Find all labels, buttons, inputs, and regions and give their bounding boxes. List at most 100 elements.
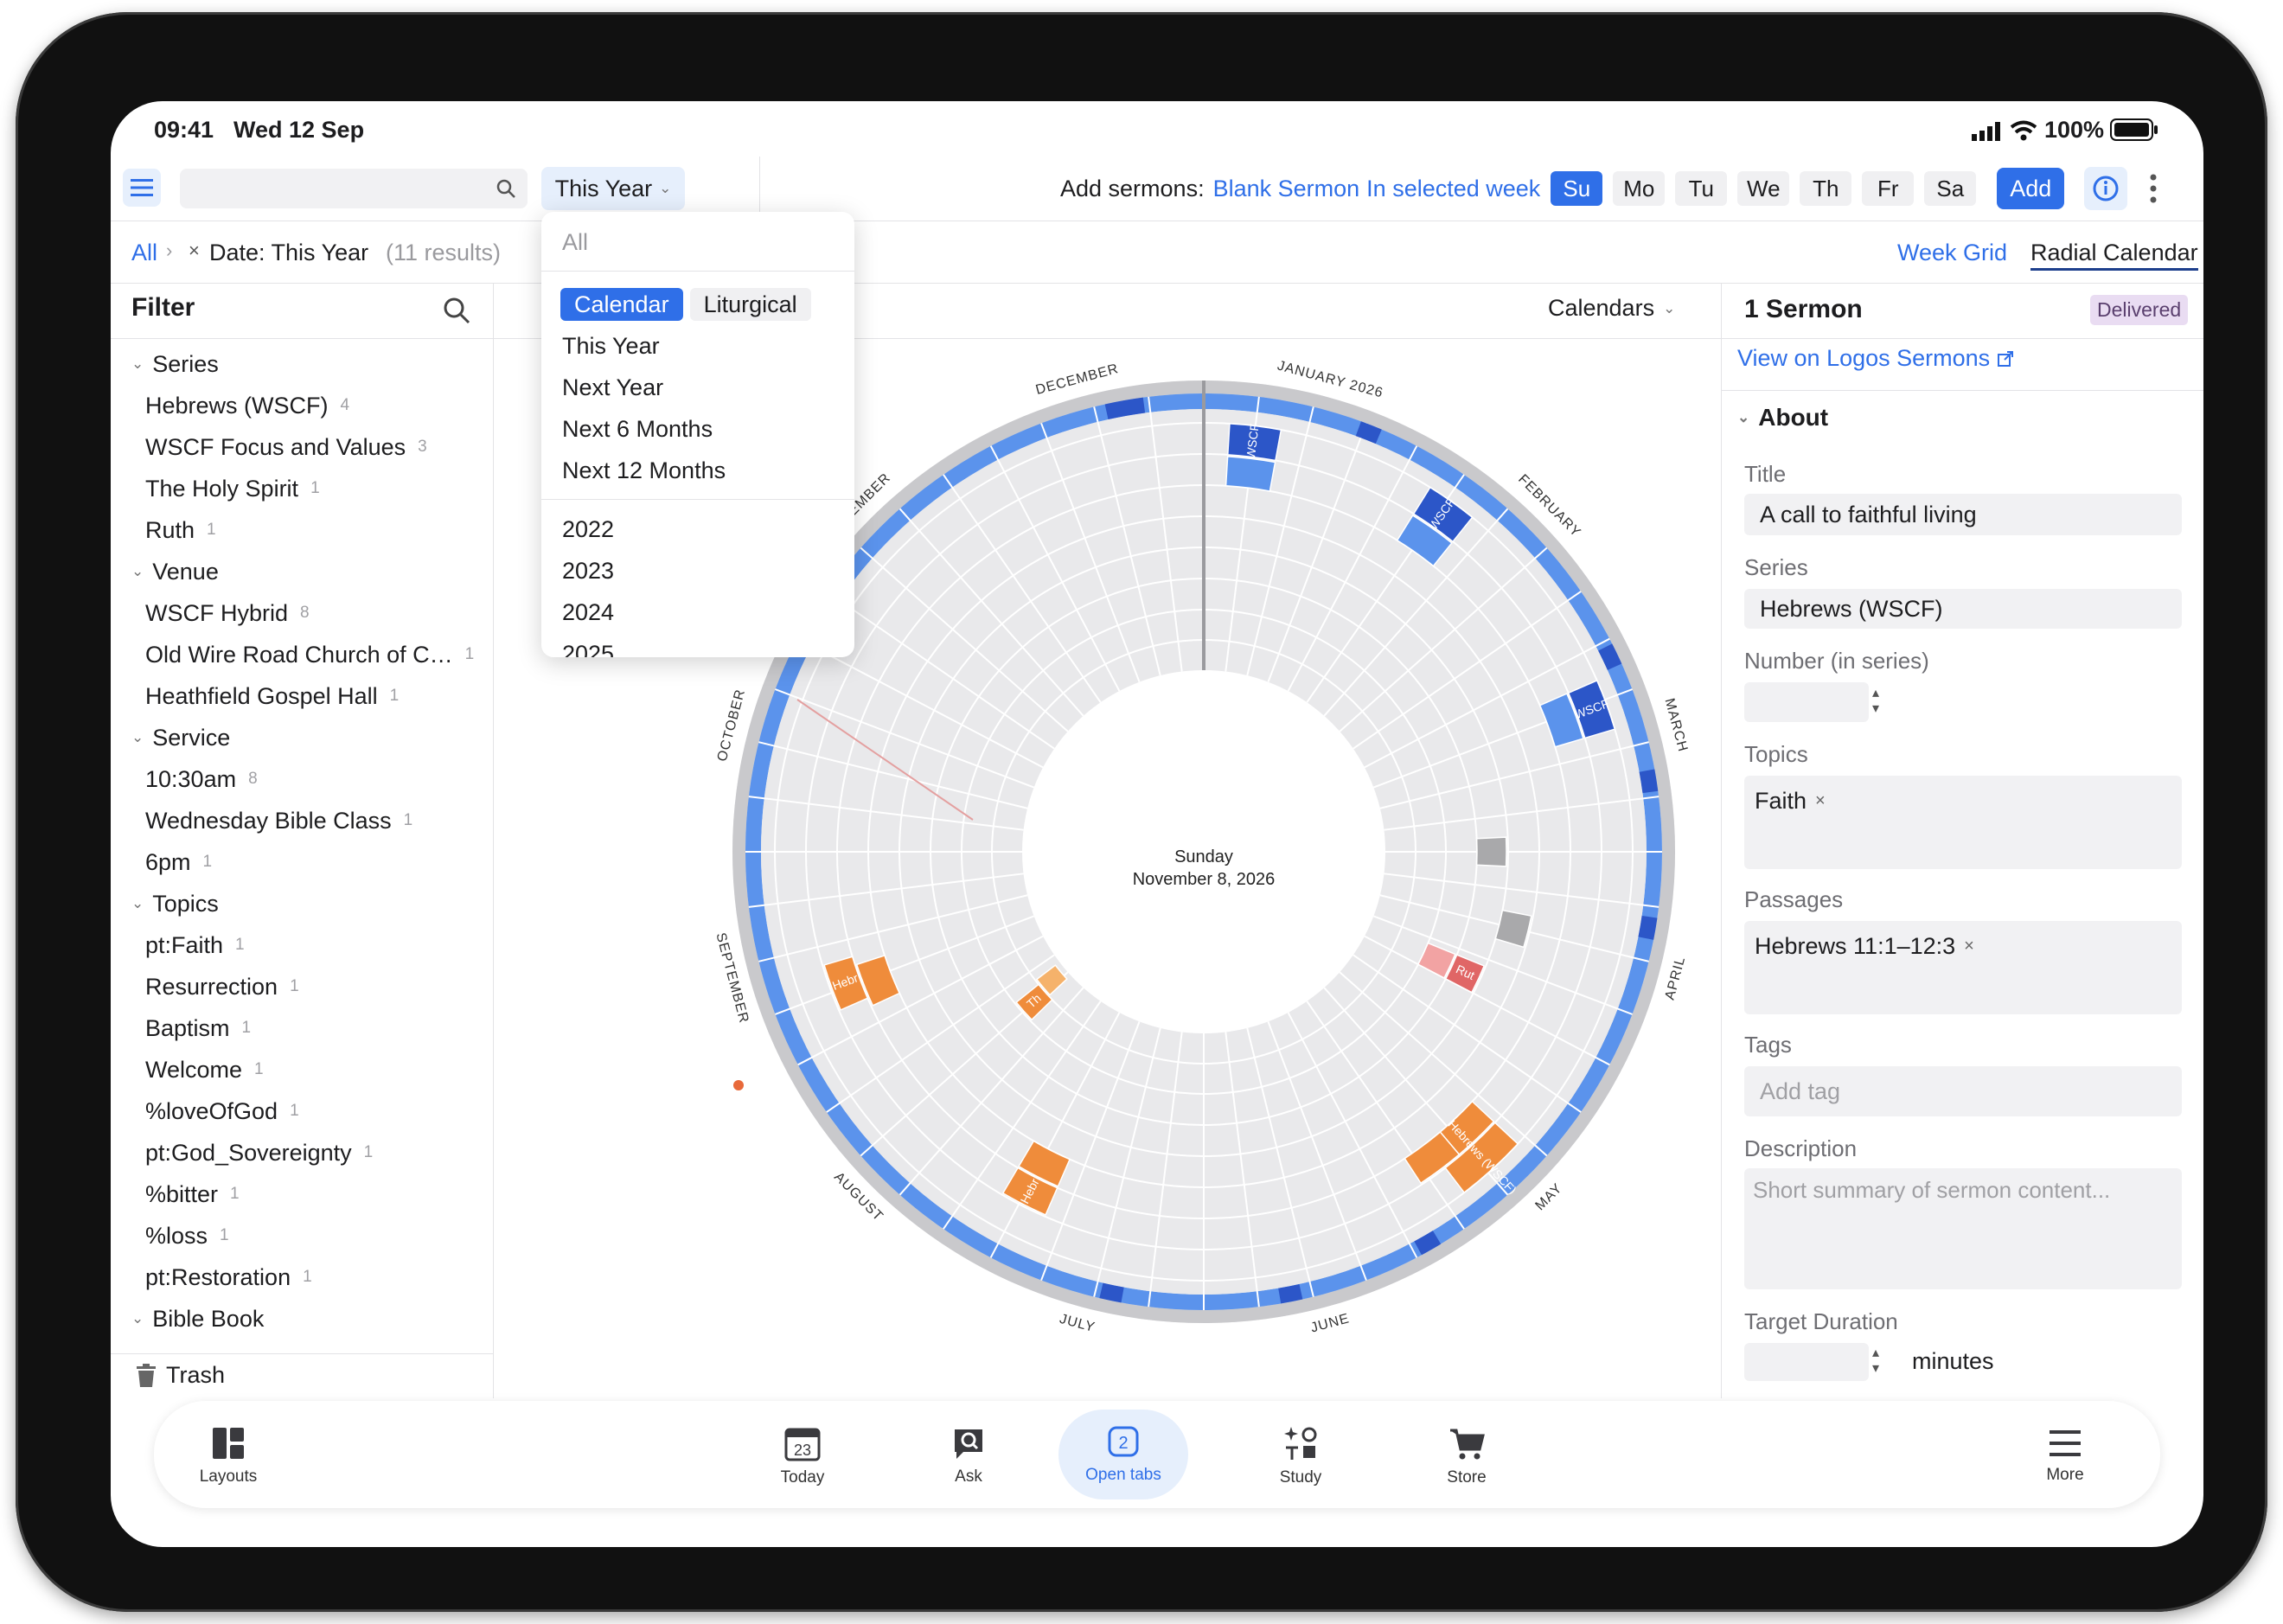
filter-group-service[interactable]: ⌄ Service <box>111 717 493 758</box>
segment-liturgical[interactable]: Liturgical <box>689 288 811 321</box>
add-button[interactable]: Add <box>1997 168 2065 209</box>
filter-item-count: 1 <box>220 1226 229 1244</box>
dock-study[interactable]: Study <box>1249 1415 1353 1498</box>
battery-icon <box>2110 118 2158 141</box>
stepper-arrows-icon[interactable]: ▴ ▾ <box>1872 686 1879 717</box>
app-screen: 09:41 Wed 12 Sep 100% This Year ⌄ Add se… <box>111 101 2203 1547</box>
filter-group-label: Bible Book <box>152 1305 265 1332</box>
series-field[interactable]: Hebrews (WSCF) <box>1744 589 2182 629</box>
topics-field[interactable]: Faith × <box>1744 776 2182 869</box>
dock-more[interactable]: More <box>2013 1415 2117 1498</box>
filter-item[interactable]: Hebrews (WSCF) 4 <box>111 385 493 426</box>
filter-item[interactable]: pt:Restoration 1 <box>111 1256 493 1298</box>
day-we[interactable]: We <box>1737 171 1790 206</box>
dock-open-tabs[interactable]: 2 Open tabs <box>1058 1410 1188 1499</box>
filter-item-count: 8 <box>300 604 310 622</box>
dock-ask[interactable]: Ask <box>917 1415 1020 1498</box>
filter-item[interactable]: 10:30am 8 <box>111 758 493 800</box>
day-tu[interactable]: Tu <box>1675 171 1728 206</box>
trash-button[interactable]: Trash <box>135 1362 225 1389</box>
filter-item[interactable]: Wednesday Bible Class 1 <box>111 800 493 841</box>
remove-passage-icon[interactable]: × <box>1964 937 1974 956</box>
filter-item[interactable]: Baptism 1 <box>111 1007 493 1049</box>
view-radial-calendar-tab[interactable]: Radial Calendar <box>2030 240 2198 271</box>
view-week-grid-tab[interactable]: Week Grid <box>1897 240 2007 266</box>
menu-item-this-year[interactable]: This Year <box>562 333 660 360</box>
filter-item[interactable]: Ruth 1 <box>111 509 493 551</box>
filter-item[interactable]: Old Wire Road Church of C… 1 <box>111 634 493 675</box>
menu-icon <box>2050 1430 2081 1456</box>
filter-item[interactable]: %bitter 1 <box>111 1173 493 1215</box>
menu-item-year[interactable]: 2025 <box>562 641 614 657</box>
segment-calendar[interactable]: Calendar <box>560 288 683 321</box>
filter-item[interactable]: pt:Faith 1 <box>111 924 493 966</box>
filter-panel: Filter ⌄ Series Hebrews (WSCF) 4 WSCF Focu… <box>111 283 494 1398</box>
about-section-toggle[interactable]: ⌄ About <box>1737 404 1828 432</box>
remove-filter-icon[interactable]: × <box>189 240 200 262</box>
dock-today[interactable]: 23 Today <box>751 1415 854 1498</box>
menu-item-year[interactable]: 2022 <box>562 516 614 543</box>
add-sermons-label: Add sermons: <box>1060 175 1205 201</box>
filter-list: ⌄ Series Hebrews (WSCF) 4 WSCF Focus and V… <box>111 343 493 1339</box>
day-su[interactable]: Su <box>1551 171 1603 206</box>
filter-group-topics[interactable]: ⌄ Topics <box>111 883 493 924</box>
more-vertical-icon[interactable] <box>2148 172 2158 205</box>
filter-item[interactable]: %loveOfGod 1 <box>111 1090 493 1132</box>
search-input[interactable] <box>180 169 528 208</box>
filter-item[interactable]: WSCF Hybrid 8 <box>111 592 493 634</box>
filter-item[interactable]: Heathfield Gospel Hall 1 <box>111 675 493 717</box>
title-field[interactable]: A call to faithful living <box>1744 494 2182 535</box>
passages-label: Passages <box>1744 886 1844 912</box>
filter-item[interactable]: Welcome 1 <box>111 1049 493 1090</box>
day-fr[interactable]: Fr <box>1862 171 1915 206</box>
title-label: Title <box>1744 461 1787 487</box>
filter-group-label: Topics <box>152 890 219 917</box>
breadcrumb-all[interactable]: All <box>131 240 157 266</box>
view-on-logos-link[interactable]: View on Logos Sermons <box>1737 345 2014 372</box>
day-th[interactable]: Th <box>1800 171 1852 206</box>
dock-store[interactable]: Store <box>1415 1415 1519 1498</box>
filter-item[interactable]: WSCF Focus and Values 3 <box>111 426 493 468</box>
filter-item-label: 10:30am <box>145 765 237 792</box>
day-sa[interactable]: Sa <box>1924 171 1977 206</box>
sidebar-toggle-button[interactable] <box>123 169 161 207</box>
filter-group-series[interactable]: ⌄ Series <box>111 343 493 385</box>
menu-item-all[interactable]: All <box>562 229 588 256</box>
menu-item-year[interactable]: 2024 <box>562 599 614 626</box>
stepper-arrows-icon[interactable]: ▴ ▾ <box>1872 1346 1879 1377</box>
menu-item-next-6-months[interactable]: Next 6 Months <box>562 416 713 443</box>
filter-search-icon[interactable] <box>443 297 470 324</box>
duration-stepper[interactable]: ▴ ▾ <box>1744 1343 1879 1381</box>
filter-item[interactable]: 6pm 1 <box>111 841 493 883</box>
menu-item-year[interactable]: 2023 <box>562 558 614 585</box>
calendar-type-segment: Calendar Liturgical <box>560 288 811 321</box>
sermon-event[interactable] <box>1225 456 1276 492</box>
description-label: Description <box>1744 1135 1858 1161</box>
info-button[interactable] <box>2084 167 2127 210</box>
filter-item-count: 1 <box>254 1060 264 1078</box>
date-range-button[interactable]: This Year ⌄ <box>541 167 685 210</box>
calendars-dropdown[interactable]: Calendars ⌄ <box>1548 295 1675 322</box>
number-stepper[interactable]: ▴ ▾ <box>1744 682 1879 722</box>
blank-sermon-link[interactable]: Blank Sermon <box>1213 176 1360 202</box>
filter-group-bible-book[interactable]: ⌄ Bible Book <box>111 1298 493 1339</box>
hamburger-icon <box>131 179 153 196</box>
filter-item[interactable]: %loss 1 <box>111 1215 493 1256</box>
description-field[interactable]: Short summary of sermon content... <box>1744 1168 2182 1289</box>
filter-item[interactable]: pt:God_Sovereignty 1 <box>111 1132 493 1173</box>
menu-item-next-year[interactable]: Next Year <box>562 374 663 401</box>
remove-topic-icon[interactable]: × <box>1815 791 1826 811</box>
open-tabs-count: 2 <box>1118 1434 1128 1453</box>
menu-item-next-12-months[interactable]: Next 12 Months <box>562 457 726 484</box>
in-selected-week-link[interactable]: In selected week <box>1366 176 1540 202</box>
divider <box>541 271 854 272</box>
filter-item[interactable]: Resurrection 1 <box>111 966 493 1007</box>
passages-field[interactable]: Hebrews 11:1–12:3 × <box>1744 921 2182 1014</box>
sermon-event[interactable] <box>1475 836 1507 867</box>
dock-layouts[interactable]: Layouts <box>176 1415 280 1498</box>
tags-input[interactable]: Add tag <box>1744 1066 2182 1116</box>
filter-item[interactable]: The Holy Spirit 1 <box>111 468 493 509</box>
day-mo[interactable]: Mo <box>1613 171 1666 206</box>
filter-item-label: WSCF Hybrid <box>145 599 289 626</box>
filter-group-venue[interactable]: ⌄ Venue <box>111 551 493 592</box>
